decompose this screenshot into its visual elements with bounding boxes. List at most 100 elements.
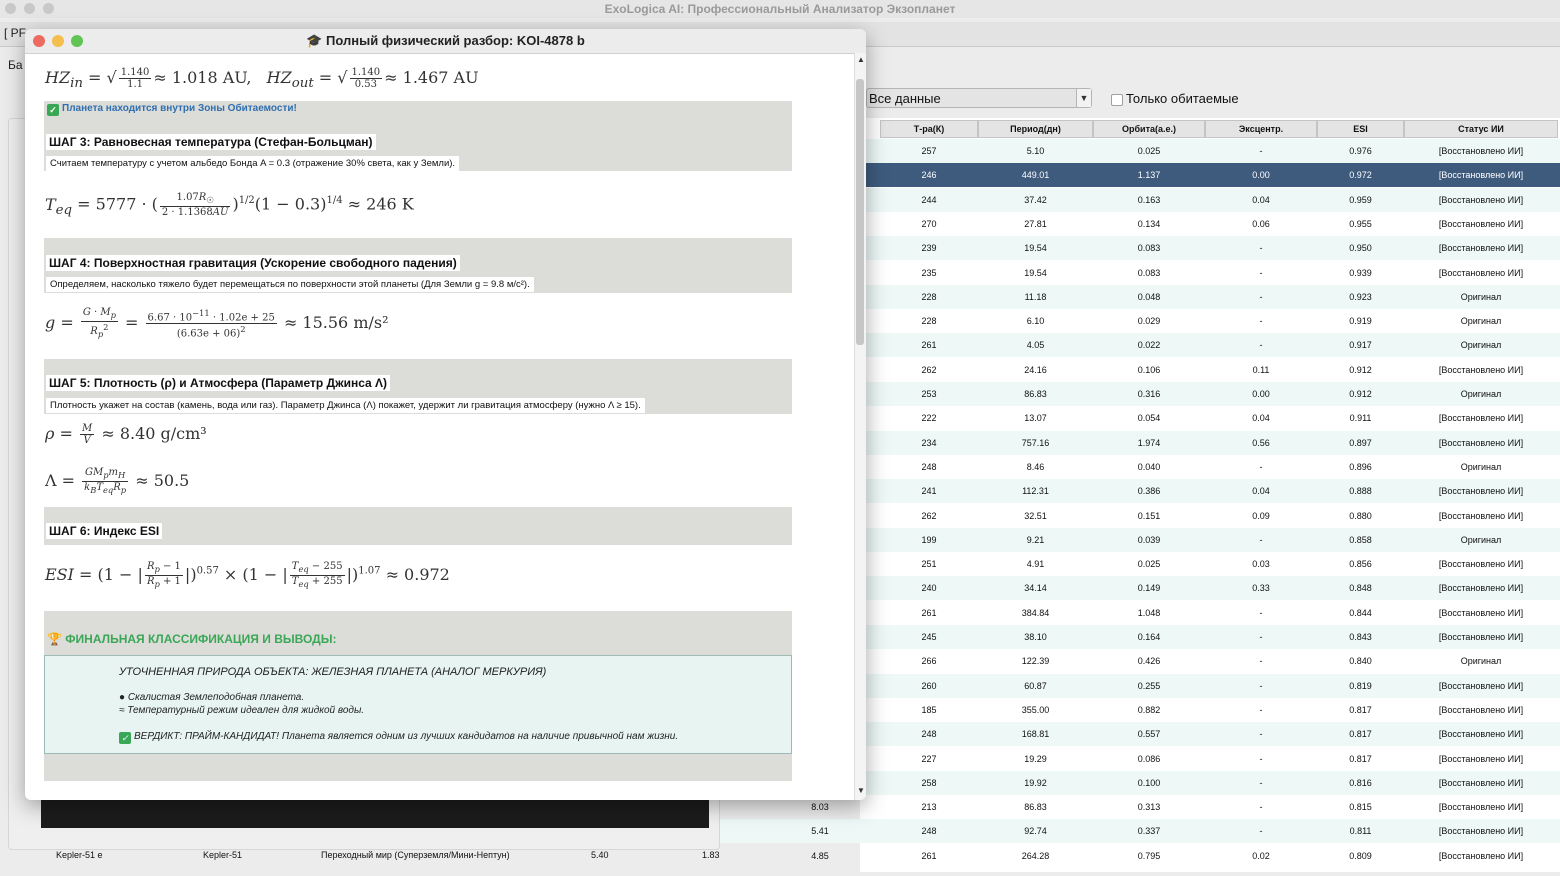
table-cell: [Восстановлено ИИ] (1438, 243, 1524, 254)
table-cell: 0.313 (1137, 802, 1161, 813)
table-cell: 0.919 (1349, 316, 1372, 327)
table-cell: [Восстановлено ИИ] (1438, 777, 1524, 788)
table-cell: 0.255 (1137, 680, 1161, 691)
main-window-title: ExoLogica AI: Профессиональный Анализато… (0, 0, 1560, 18)
table-cell: 0.795 (1137, 850, 1161, 861)
table-cell: 92.74 (1024, 826, 1047, 837)
main-close-button[interactable] (5, 3, 16, 14)
cell-v2: 1.83 (702, 850, 720, 860)
table-row[interactable]: Kepler-51 e Kepler-51 Переходный мир (Су… (0, 846, 860, 864)
table-cell: 0.426 (1137, 656, 1161, 667)
only-habitable-checkbox[interactable] (1111, 94, 1123, 106)
table-cell: - (1259, 632, 1263, 642)
trophy-icon: 🏆 (47, 632, 62, 646)
table-cell: - (1259, 680, 1263, 691)
table-cell: 11.18 (1024, 291, 1047, 302)
table-cell: 0.911 (1349, 413, 1372, 424)
table-cell: 0.100 (1137, 777, 1161, 788)
table-cell: 0.06 (1252, 218, 1270, 229)
table-cell: 4.91 (1026, 559, 1045, 570)
table-cell: 0.337 (1137, 826, 1161, 837)
header-temp[interactable]: Т-ра(К) (880, 120, 978, 138)
table-cell: [Восстановлено ИИ] (1438, 486, 1524, 497)
main-zoom-button[interactable] (43, 3, 54, 14)
analysis-popup-window: 🎓 Полный физический разбор: KOI-4878 b ▲… (25, 29, 866, 800)
tab-pr[interactable]: [ PF (4, 26, 26, 40)
table-cell: - (1259, 826, 1263, 837)
popup-title: 🎓 Полный физический разбор: KOI-4878 b (25, 29, 866, 53)
header-esi[interactable]: ESI (1317, 120, 1404, 138)
table-cell: 0.888 (1349, 486, 1372, 497)
table-cell: 13.07 (1024, 413, 1047, 424)
scroll-up-icon[interactable]: ▲ (857, 55, 865, 64)
table-cell: Оригинал (1460, 534, 1502, 545)
table-cell: 222 (921, 413, 937, 424)
table-cell: [Восстановлено ИИ] (1438, 194, 1524, 205)
table-cell: 257 (921, 146, 937, 156)
table-cell: 0.040 (1137, 461, 1161, 472)
table-cell: 0.316 (1137, 389, 1161, 399)
header-period[interactable]: Период(дн) (978, 120, 1093, 138)
hz-formula: HZin = √ 1.140 1.1 ≈ 1.018 AU, HZout = √ 1.1… (45, 67, 479, 92)
table-cell: 19.54 (1024, 267, 1047, 278)
step6-title: ШАГ 6: Индекс ESI (46, 523, 163, 539)
table-cell: 0.897 (1349, 437, 1372, 448)
table-cell: 0.856 (1349, 559, 1372, 570)
table-cell: 0.151 (1137, 510, 1161, 521)
data-filter-select[interactable]: Все данные ▼ (866, 88, 1092, 108)
water-icon: ≈ (119, 705, 125, 716)
table-cell: 260 (921, 680, 937, 691)
header-status[interactable]: Статус ИИ (1404, 120, 1558, 138)
table-cell: 0.04 (1252, 486, 1270, 497)
cell-host: Kepler-51 (203, 850, 243, 860)
header-orbit[interactable]: Орбита(а.е.) (1093, 120, 1205, 138)
table-cell: - (1259, 607, 1263, 618)
table-cell: 0.134 (1137, 218, 1161, 229)
table-cell: 4.05 (1026, 340, 1045, 351)
scroll-thumb[interactable] (856, 79, 864, 345)
table-cell: 235 (921, 267, 937, 278)
table-cell: - (1259, 291, 1263, 302)
table-cell: 112.31 (1022, 486, 1049, 497)
table-cell: 1.137 (1137, 170, 1161, 181)
final-rocky-text: Скалистая Землеподобная планета. (127, 692, 305, 703)
table-cell: 0.04 (1252, 194, 1270, 205)
table-row[interactable]: 5.41 248 92.74 0.337 - 0.811 [Восстановлено ИИ… (720, 819, 1560, 844)
only-habitable-label: Только обитаемые (1126, 91, 1239, 106)
step5-title: ШАГ 5: Плотность (ρ) и Атмосфера (Параме… (46, 375, 391, 391)
table-cell: 0.11 (1252, 364, 1270, 375)
table-cell: 0.56 (1252, 437, 1270, 448)
table-cell: - (1259, 316, 1263, 327)
table-cell: Оригинал (1460, 461, 1502, 472)
table-cell: 244 (921, 194, 937, 205)
scroll-down-icon[interactable]: ▼ (857, 786, 865, 795)
gravity-formula: g = G · Mp Rp2 = 6.67 · 10−11 · 1.02e + 2… (45, 307, 389, 340)
table-cell: 0.844 (1349, 607, 1372, 618)
table-cell: 37.42 (1024, 194, 1047, 205)
tab-ba[interactable]: Ба (8, 58, 23, 72)
final-title: 🏆 ФИНАЛЬНАЯ КЛАССИФИКАЦИЯ И ВЫВОДЫ: (47, 632, 336, 646)
final-title-text: ФИНАЛЬНАЯ КЛАССИФИКАЦИЯ И ВЫВОДЫ: (65, 632, 337, 646)
table-cell: - (1259, 777, 1263, 788)
jeans-result: ≈ 50.5 (135, 471, 190, 490)
table-cell: - (1259, 534, 1263, 545)
table-cell: 0.106 (1137, 364, 1161, 375)
table-cell: 168.81 (1021, 729, 1050, 740)
table-cell: 185 (921, 704, 937, 715)
header-ecc[interactable]: Эксцентр. (1205, 120, 1317, 138)
table-cell: 239 (921, 243, 937, 254)
table-cell: 227 (921, 753, 937, 764)
table-cell: 0.04 (1252, 413, 1270, 424)
main-minimize-button[interactable] (24, 3, 35, 14)
table-cell: [Восстановлено ИИ] (1438, 729, 1524, 740)
cell-v1: 5.40 (591, 850, 609, 860)
table-cell: 213 (921, 802, 937, 813)
table-cell: 0.039 (1137, 534, 1161, 545)
table-cell: [Восстановлено ИИ] (1438, 753, 1524, 764)
table-cell: [Восстановлено ИИ] (1438, 413, 1524, 424)
table-cell: 266 (921, 656, 937, 667)
table-cell: 0.09 (1252, 510, 1270, 521)
data-filter-value: Все данные (869, 91, 941, 106)
chevron-down-icon[interactable]: ▼ (1076, 89, 1091, 107)
table-cell: 34.14 (1024, 583, 1047, 594)
